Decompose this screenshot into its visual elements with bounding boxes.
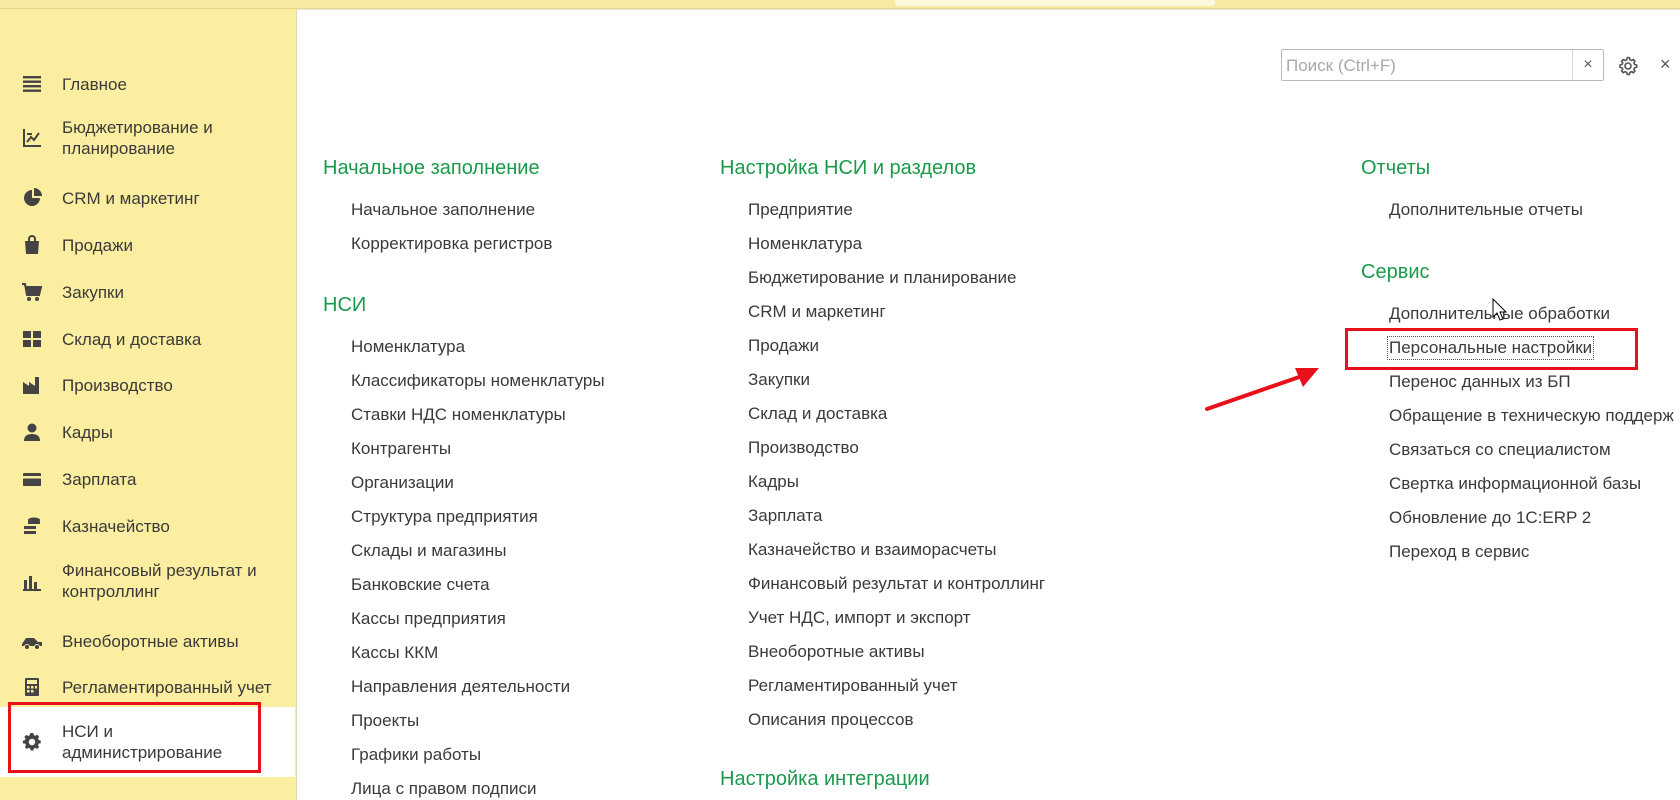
- menu-link[interactable]: Продажи: [748, 336, 819, 356]
- menu-link[interactable]: Кассы ККМ: [351, 643, 438, 663]
- sidebar: Главное Бюджетирование и планирование CRM …: [0, 47, 295, 799]
- menu-link[interactable]: Лица с правом подписи: [351, 779, 537, 799]
- sidebar-item-10[interactable]: Финансовый результат и контроллинг: [0, 559, 295, 603]
- menu-link[interactable]: Зарплата: [748, 506, 822, 526]
- shopping-bag-icon: [20, 233, 44, 257]
- sidebar-item-label: Бюджетирование и планирование: [62, 118, 213, 158]
- menu-link[interactable]: Обновление до 1С:ERP 2: [1389, 508, 1591, 528]
- sidebar-item-2[interactable]: CRM и маркетинг: [0, 185, 295, 211]
- sidebar-item-1[interactable]: Бюджетирование и планирование: [0, 116, 295, 160]
- coins-icon: [20, 514, 44, 538]
- menu-link[interactable]: Номенклатура: [351, 337, 465, 357]
- menu-link[interactable]: Финансовый результат и контроллинг: [748, 574, 1045, 594]
- sidebar-item-label: Главное: [62, 74, 127, 94]
- menu-link[interactable]: Кадры: [748, 472, 799, 492]
- menu-link[interactable]: Проекты: [351, 711, 419, 731]
- close-button[interactable]: ×: [1660, 54, 1680, 78]
- menu-link[interactable]: Описания процессов: [748, 710, 913, 730]
- bar-chart-icon: [20, 569, 44, 593]
- sidebar-item-4[interactable]: Закупки: [0, 279, 295, 305]
- calculator-icon: [20, 675, 44, 699]
- sidebar-item-label: CRM и маркетинг: [62, 188, 200, 208]
- sidebar-item-9[interactable]: Казначейство: [0, 513, 295, 539]
- sidebar-item-label: Зарплата: [62, 469, 137, 489]
- menu-link[interactable]: Начальное заполнение: [351, 200, 535, 220]
- sidebar-item-label: Финансовый результат и контроллинг: [62, 561, 257, 601]
- wallet-card-icon: [20, 467, 44, 491]
- search-clear-button[interactable]: ×: [1572, 50, 1603, 80]
- sidebar-item-6[interactable]: Производство: [0, 372, 295, 398]
- menu-link[interactable]: Номенклатура: [748, 234, 862, 254]
- menu-lines-icon: [20, 72, 44, 96]
- group-title: Отчеты: [1361, 157, 1431, 179]
- chart-axes-icon: [20, 126, 44, 150]
- menu-link[interactable]: Структура предприятия: [351, 507, 538, 527]
- group-title: Настройка интеграции: [720, 768, 930, 790]
- sidebar-item-label: Казначейство: [62, 516, 170, 536]
- menu-link[interactable]: Направления деятельности: [351, 677, 570, 697]
- person-icon: [20, 420, 44, 444]
- group-title: Сервис: [1361, 261, 1430, 283]
- menu-link[interactable]: Связаться со специалистом: [1389, 440, 1611, 460]
- menu-link[interactable]: Склад и доставка: [748, 404, 887, 424]
- group-title: НСИ: [323, 294, 367, 316]
- red-arrow: [1205, 368, 1319, 411]
- sidebar-item-label: Закупки: [62, 282, 124, 302]
- menu-link[interactable]: Склады и магазины: [351, 541, 507, 561]
- sidebar-item-7[interactable]: Кадры: [0, 419, 295, 445]
- highlight-box-personal-settings: [1345, 328, 1638, 370]
- sidebar-item-label: Продажи: [62, 235, 133, 255]
- mouse-cursor: [1492, 298, 1508, 321]
- menu-link[interactable]: Казначейство и взаиморасчеты: [748, 540, 996, 560]
- menu-link[interactable]: Предприятие: [748, 200, 853, 220]
- warehouse-grid-icon: [20, 327, 44, 351]
- menu-link[interactable]: Перенос данных из БП: [1389, 372, 1571, 392]
- menu-link[interactable]: Ставки НДС номенклатуры: [351, 405, 566, 425]
- sidebar-item-label: Кадры: [62, 422, 113, 442]
- menu-link[interactable]: Дополнительные отчеты: [1389, 200, 1583, 220]
- sidebar-item-3[interactable]: Продажи: [0, 232, 295, 258]
- truck-icon: [20, 629, 44, 653]
- menu-link[interactable]: Банковские счета: [351, 575, 490, 595]
- sidebar-item-12[interactable]: Регламентированный учет: [0, 674, 295, 700]
- sidebar-item-0[interactable]: Главное: [0, 71, 295, 97]
- sidebar-item-label: Регламентированный учет: [62, 677, 272, 697]
- menu-link[interactable]: Графики работы: [351, 745, 481, 765]
- cart-icon: [20, 280, 44, 304]
- menu-link[interactable]: Обращение в техническую поддерж: [1389, 406, 1674, 426]
- menu-link[interactable]: Кассы предприятия: [351, 609, 506, 629]
- group-title: Настройка НСИ и разделов: [720, 157, 977, 179]
- sidebar-item-5[interactable]: Склад и доставка: [0, 326, 295, 352]
- menu-link[interactable]: Классификаторы номенклатуры: [351, 371, 605, 391]
- menu-link[interactable]: Организации: [351, 473, 454, 493]
- window-tab: [895, 0, 1215, 6]
- menu-link[interactable]: Внеоборотные активы: [748, 642, 925, 662]
- menu-link[interactable]: Закупки: [748, 370, 810, 390]
- menu-link[interactable]: Свертка информационной базы: [1389, 474, 1641, 494]
- menu-link[interactable]: Учет НДС, импорт и экспорт: [748, 608, 971, 628]
- search-box[interactable]: ×: [1281, 49, 1604, 81]
- menu-link[interactable]: Контрагенты: [351, 439, 451, 459]
- group-title: Начальное заполнение: [323, 157, 540, 179]
- sidebar-item-8[interactable]: Зарплата: [0, 466, 295, 492]
- settings-button[interactable]: [1614, 52, 1642, 80]
- sidebar-item-label: Внеоборотные активы: [62, 631, 239, 651]
- menu-link[interactable]: Переход в сервис: [1389, 542, 1529, 562]
- window-top-strip: [0, 0, 1680, 9]
- gear-icon: [1619, 56, 1638, 76]
- menu-link[interactable]: CRM и маркетинг: [748, 302, 886, 322]
- menu-link[interactable]: Корректировка регистров: [351, 234, 552, 254]
- sidebar-item-label: Склад и доставка: [62, 329, 202, 349]
- menu-link[interactable]: Регламентированный учет: [748, 676, 958, 696]
- highlight-box-sidebar: [8, 702, 261, 773]
- sidebar-item-label: Производство: [62, 375, 173, 395]
- factory-icon: [20, 373, 44, 397]
- menu-link[interactable]: Бюджетирование и планирование: [748, 268, 1017, 288]
- pie-chart-icon: [20, 186, 44, 210]
- search-input[interactable]: [1284, 53, 1568, 79]
- sidebar-item-11[interactable]: Внеоборотные активы: [0, 628, 295, 654]
- menu-link[interactable]: Производство: [748, 438, 859, 458]
